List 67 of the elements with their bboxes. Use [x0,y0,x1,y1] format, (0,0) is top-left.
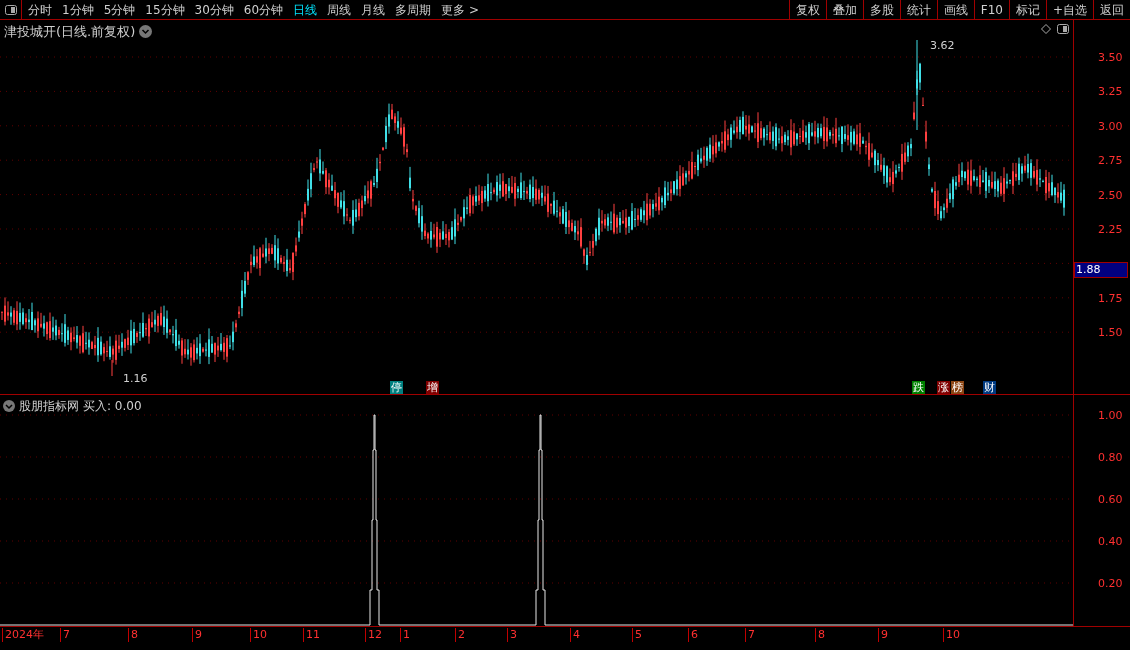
toolbar-button[interactable]: 画线 [936,0,974,19]
axis-label: 0.80 [1098,450,1123,466]
period-tab[interactable]: 1分钟 [62,0,94,19]
toolbar-button[interactable]: 复权 [788,0,826,19]
period-tab[interactable]: 60分钟 [243,0,284,19]
time-axis-label: 7 [745,628,755,642]
axis-label: 1.00 [1098,408,1123,424]
toolbar-button[interactable]: 统计 [899,0,937,19]
time-axis-label: 2024年 [2,628,44,642]
low-price-label: 1.16 [123,371,148,387]
event-badge[interactable]: 涨 [937,381,950,394]
event-badge[interactable]: 停 [390,381,403,394]
time-axis-label: 3 [507,628,517,642]
time-axis-label: 6 [688,628,698,642]
axis-label: 1.75 [1098,290,1123,307]
time-axis-label: 11 [303,628,320,642]
axis-label: 3.25 [1098,84,1123,101]
axis-label: 0.60 [1098,492,1123,508]
time-axis-label: 9 [878,628,888,642]
panel-icon[interactable] [1057,24,1069,34]
event-badge[interactable]: 榜 [951,381,964,394]
axis-label: 2.50 [1098,187,1123,204]
time-axis-label: 8 [815,628,825,642]
indicator-name: 股朋指标网 [19,398,79,415]
period-tab[interactable]: 周线 [327,0,352,19]
toolbar-button[interactable]: F10 [973,0,1009,19]
time-axis-label: 2 [455,628,465,642]
period-tab[interactable]: 分时 [28,0,52,19]
toolbar-button[interactable]: 多股 [862,0,900,19]
axis-label: 0.20 [1098,576,1123,592]
toolbar-button[interactable]: 标记 [1008,0,1046,19]
period-tab[interactable]: 月线 [361,0,386,19]
period-tab[interactable]: 多周期 [395,0,432,19]
high-price-label: 3.62 [930,38,955,54]
toolbar-button[interactable]: 返回 [1093,0,1130,19]
period-tab[interactable]: 15分钟 [145,0,185,19]
time-axis-label: 7 [60,628,70,642]
axis-label: 1.50 [1098,325,1123,342]
time-axis-label: 1 [400,628,410,642]
time-axis-label: 10 [943,628,960,642]
period-tab[interactable]: 日线 [293,0,318,19]
event-badge[interactable]: 财 [983,381,996,394]
time-axis-label: 9 [192,628,202,642]
current-price-tag: 1.88 [1074,262,1128,278]
axis-label: 2.75 [1098,153,1123,170]
time-axis-label: 4 [570,628,580,642]
event-badge[interactable]: 跌 [912,381,925,394]
time-axis-label: 10 [250,628,267,642]
indicator-reading: 买入: 0.00 [83,398,142,415]
period-tab[interactable]: 更多 > [441,0,479,19]
axis-label: 3.50 [1098,50,1123,66]
event-badge[interactable]: 增 [426,381,439,394]
dropdown-icon[interactable] [3,400,15,412]
chart-title: 津投城开(日线.前复权) [4,23,136,41]
axis-label: 0.40 [1098,534,1123,550]
toolbar-button[interactable]: 叠加 [825,0,863,19]
panel-icon [4,4,17,15]
dropdown-icon[interactable] [139,25,153,39]
toolbar-button[interactable]: +自选 [1045,0,1093,19]
diamond-icon[interactable] [1041,24,1051,34]
axis-label: 3.00 [1098,118,1123,135]
time-axis-label: 8 [128,628,138,642]
time-axis-label: 5 [632,628,642,642]
axis-label: 2.25 [1098,222,1123,238]
period-tab[interactable]: 5分钟 [103,0,136,19]
period-tab[interactable]: 30分钟 [194,0,234,19]
time-axis-label: 12 [365,628,382,642]
